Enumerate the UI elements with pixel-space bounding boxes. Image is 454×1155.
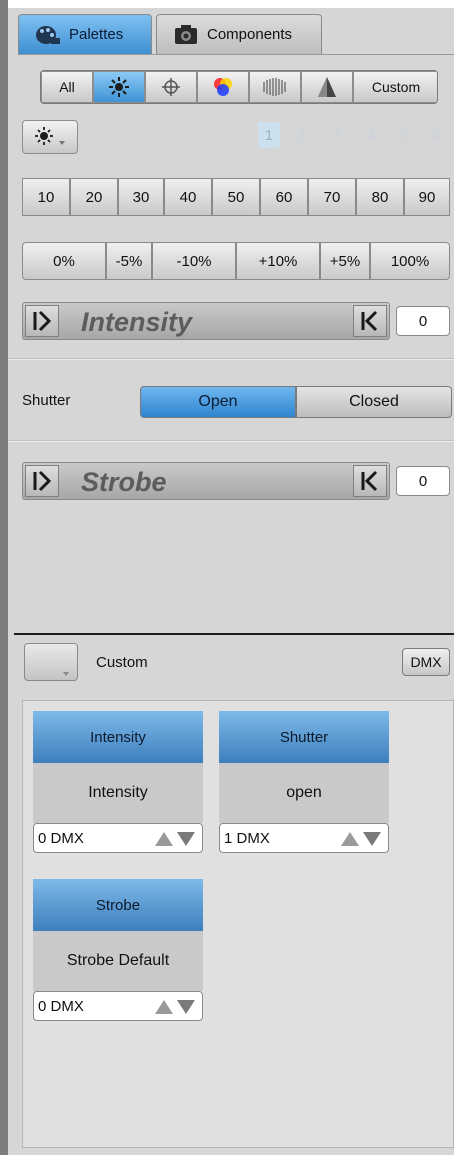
tab-palettes-label: Palettes xyxy=(69,26,124,43)
intensity-dropdown-icon xyxy=(35,127,65,145)
component-value-name: Strobe Default xyxy=(33,931,203,991)
intensity-fader[interactable]: Intensity xyxy=(22,302,390,340)
intensity-min-button[interactable] xyxy=(25,305,59,337)
section-divider xyxy=(14,633,454,635)
level-10-button[interactable]: 10 xyxy=(22,178,70,216)
strobe-value-field[interactable]: 0 xyxy=(396,466,450,496)
level-40-button[interactable]: 40 xyxy=(164,178,212,216)
component-dmx-value: 1 DMX xyxy=(224,829,270,847)
tab-divider xyxy=(18,54,454,55)
position-crosshair-icon xyxy=(162,78,180,96)
jump-start-icon xyxy=(33,310,52,332)
up-down-arrows-icon xyxy=(155,832,195,846)
shutter-closed-button[interactable]: Closed xyxy=(296,386,452,418)
step-plus10-button[interactable]: +10% xyxy=(236,242,320,280)
page-1[interactable]: 1 xyxy=(258,122,280,148)
dmx-button[interactable]: DMX xyxy=(402,648,450,676)
filter-intensity-button[interactable] xyxy=(93,71,145,103)
strobe-fader-title: Strobe xyxy=(81,467,167,497)
intensity-max-button[interactable] xyxy=(353,305,387,337)
page-6[interactable]: 6 xyxy=(426,122,448,148)
filter-custom-label: Custom xyxy=(371,79,421,95)
level-30-button[interactable]: 30 xyxy=(118,178,164,216)
strobe-max-button[interactable] xyxy=(353,465,387,497)
beam-gobo-icon xyxy=(263,78,286,96)
divider xyxy=(8,440,454,442)
palettes-icon xyxy=(35,24,61,46)
step-plus5-button[interactable]: +5% xyxy=(320,242,370,280)
top-strip xyxy=(8,0,454,8)
level-80-button[interactable]: 80 xyxy=(356,178,404,216)
step-100pct-button[interactable]: 100% xyxy=(370,242,450,280)
filter-all-label: All xyxy=(59,79,75,95)
component-dmx-value: 0 DMX xyxy=(38,997,84,1015)
component-dmx-field[interactable]: 0 DMX xyxy=(33,991,203,1021)
page-2[interactable]: 2 xyxy=(290,122,312,148)
filter-color-button[interactable] xyxy=(197,71,249,103)
jump-end-icon xyxy=(361,310,378,332)
step-0pct-button[interactable]: 0% xyxy=(22,242,106,280)
custom-swatch-dropdown[interactable] xyxy=(24,643,78,681)
chevron-down-icon xyxy=(63,672,69,676)
filter-all-button[interactable]: All xyxy=(41,71,93,103)
divider xyxy=(8,358,454,360)
components-icon xyxy=(173,24,199,46)
up-down-arrows-icon xyxy=(155,1000,195,1014)
up-down-arrows-icon xyxy=(341,832,381,846)
page-5[interactable]: 5 xyxy=(394,122,416,148)
component-dmx-field[interactable]: 1 DMX xyxy=(219,823,389,853)
stepper-arrows[interactable] xyxy=(154,998,196,1016)
jump-end-icon xyxy=(361,470,378,492)
filter-position-button[interactable] xyxy=(145,71,197,103)
level-50-button[interactable]: 50 xyxy=(212,178,260,216)
palette-type-dropdown[interactable] xyxy=(22,120,78,154)
component-value-name: open xyxy=(219,763,389,823)
page-3[interactable]: 3 xyxy=(326,122,348,148)
page-4[interactable]: 4 xyxy=(360,122,382,148)
step-minus10-button[interactable]: -10% xyxy=(152,242,236,280)
tab-components-label: Components xyxy=(207,26,293,43)
step-minus5-button[interactable]: -5% xyxy=(106,242,152,280)
beam-shape-icon xyxy=(318,77,336,97)
filter-custom-button[interactable]: Custom xyxy=(353,71,437,103)
jump-start-icon xyxy=(33,470,52,492)
custom-label: Custom xyxy=(96,654,148,671)
level-60-button[interactable]: 60 xyxy=(260,178,308,216)
filter-beam-button[interactable] xyxy=(249,71,301,103)
component-dmx-field[interactable]: 0 DMX xyxy=(33,823,203,853)
component-card-strobe[interactable]: Strobe Strobe Default 0 DMX xyxy=(33,879,203,1021)
component-card-shutter[interactable]: Shutter open 1 DMX xyxy=(219,711,389,853)
color-icon xyxy=(214,78,232,96)
filter-group: All Custom xyxy=(40,70,438,104)
intensity-icon xyxy=(109,77,129,97)
components-area: Intensity Intensity 0 DMX Shutter open 1… xyxy=(22,700,454,1148)
tab-components[interactable]: Components xyxy=(156,14,322,54)
level-70-button[interactable]: 70 xyxy=(308,178,356,216)
stepper-arrows[interactable] xyxy=(154,830,196,848)
component-card-intensity[interactable]: Intensity Intensity 0 DMX xyxy=(33,711,203,853)
filter-focus-button[interactable] xyxy=(301,71,353,103)
strobe-min-button[interactable] xyxy=(25,465,59,497)
level-90-button[interactable]: 90 xyxy=(404,178,450,216)
component-dmx-value: 0 DMX xyxy=(38,829,84,847)
component-header: Shutter xyxy=(219,711,389,763)
strobe-fader[interactable]: Strobe xyxy=(22,462,390,500)
shutter-label: Shutter xyxy=(22,392,71,409)
tab-palettes[interactable]: Palettes xyxy=(18,14,152,54)
component-value-name: Intensity xyxy=(33,763,203,823)
level-20-button[interactable]: 20 xyxy=(70,178,118,216)
intensity-value-field[interactable]: 0 xyxy=(396,306,450,336)
shutter-open-button[interactable]: Open xyxy=(140,386,296,418)
component-header: Strobe xyxy=(33,879,203,931)
component-header: Intensity xyxy=(33,711,203,763)
stepper-arrows[interactable] xyxy=(340,830,382,848)
left-rail xyxy=(0,0,8,1155)
intensity-fader-title: Intensity xyxy=(81,307,193,337)
